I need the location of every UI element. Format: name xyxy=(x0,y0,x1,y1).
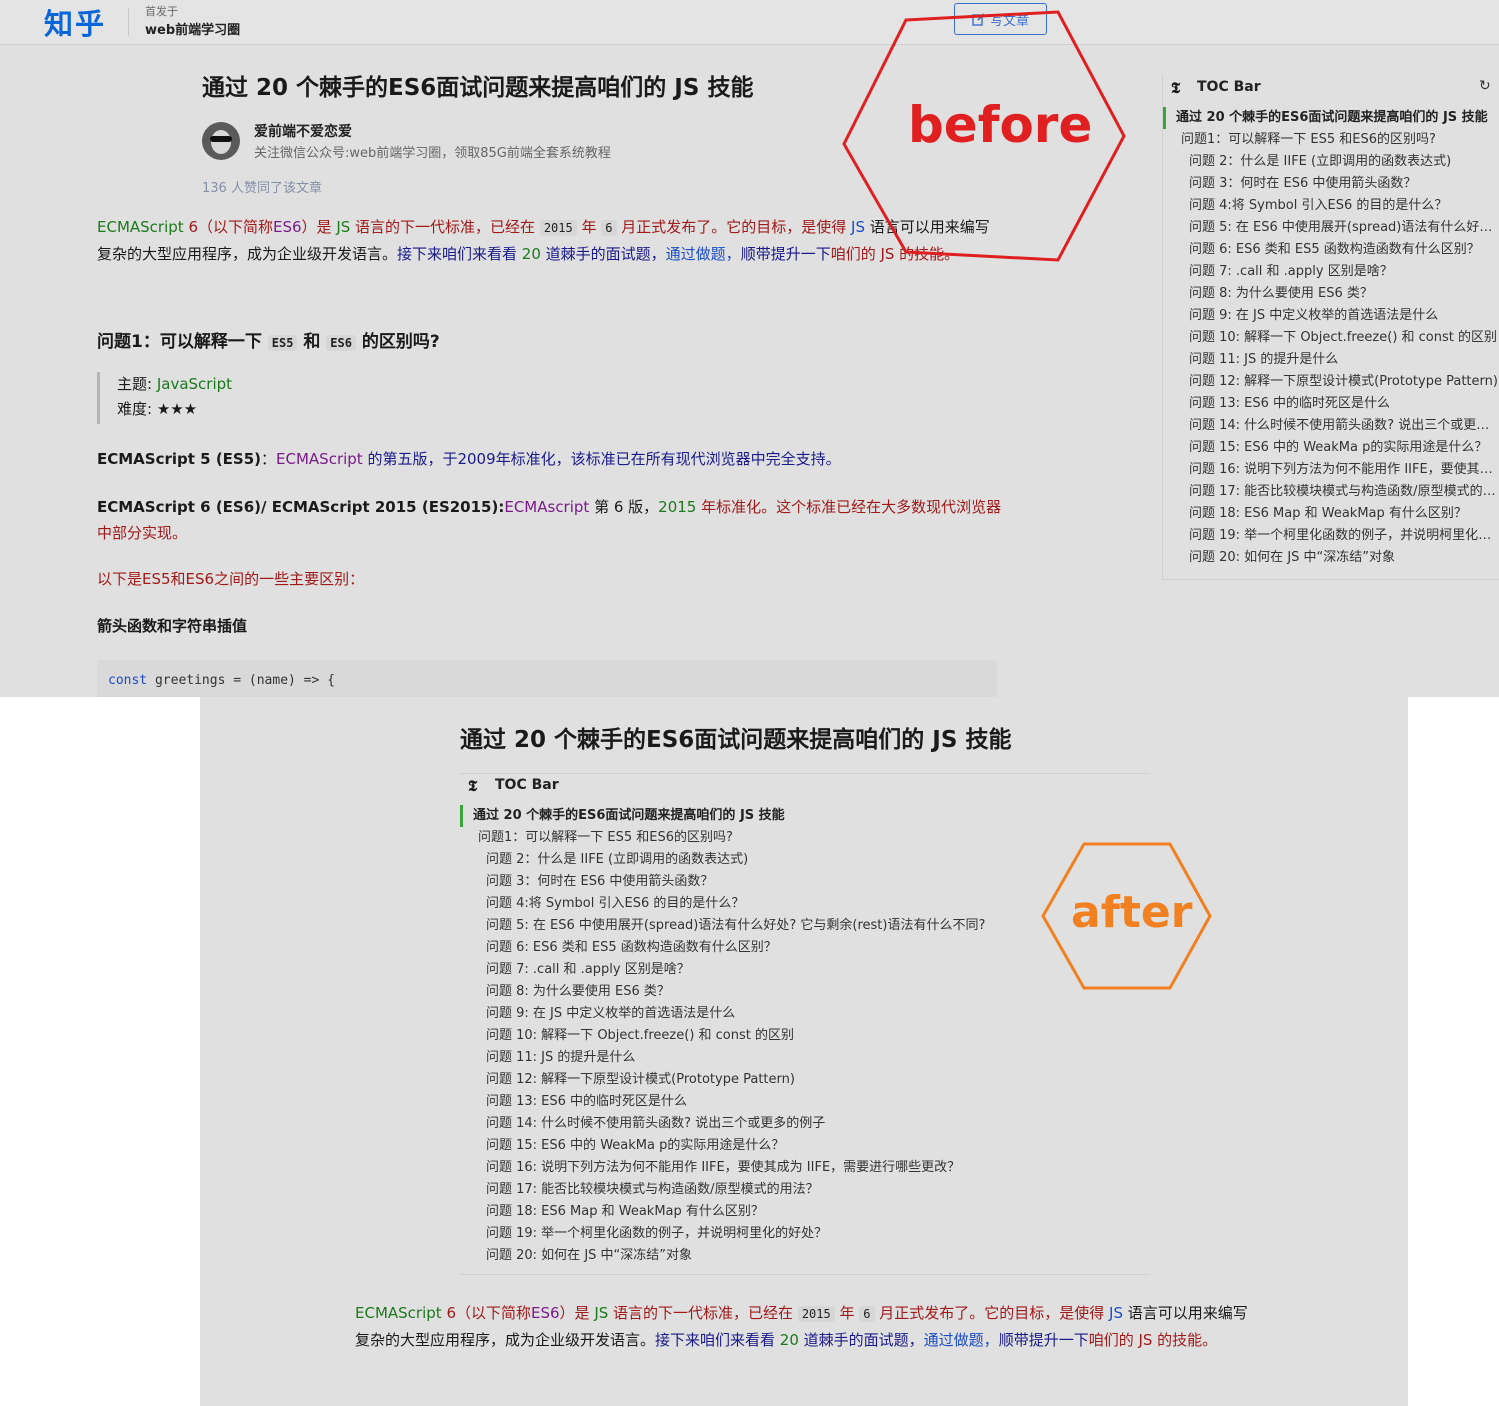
code-block: const greetings = (name) => { xyxy=(97,660,997,697)
author-avatar[interactable] xyxy=(202,122,240,160)
question1-heading: 问题1：可以解释一下 ES5 和 ES6 的区别吗? xyxy=(97,332,440,352)
toc-sidebar: 𝕿 TOC Bar ↻ 通过 20 个棘手的ES6面试问题来提高咱们的 JS 技… xyxy=(1162,75,1499,580)
refresh-icon[interactable]: ↻ xyxy=(1479,78,1491,94)
toc-item[interactable]: 问题 12: 解释一下原型设计模式(Prototype Pattern) xyxy=(1163,371,1499,393)
toc-after-item[interactable]: 通过 20 个棘手的ES6面试问题来提高咱们的 JS 技能 xyxy=(460,805,1150,827)
toc-item[interactable]: 问题 10: 解释一下 Object.freeze() 和 const 的区别 xyxy=(1163,327,1499,349)
toc-after-item[interactable]: 问题 10: 解释一下 Object.freeze() 和 const 的区别 xyxy=(460,1025,1150,1047)
toc-after-item[interactable]: 问题 11: JS 的提升是什么 xyxy=(460,1047,1150,1069)
toc-list: 通过 20 个棘手的ES6面试问题来提高咱们的 JS 技能 问题1：可以解释一下 … xyxy=(1163,107,1499,569)
toc-after-item[interactable]: 问题 13: ES6 中的临时死区是什么 xyxy=(460,1091,1150,1113)
toc-after-item[interactable]: 问题 19: 举一个柯里化函数的例子，并说明柯里化的好处？ xyxy=(460,1223,1150,1245)
before-screenshot: 知乎 首发于 web前端学习圈 写文章 通过 20 个棘手的ES6面试问题来提高… xyxy=(0,0,1499,697)
logo-divider xyxy=(128,8,129,36)
es6-description: ECMAScript 6 (ES6)/ ECMAScript 2015 (ES2… xyxy=(97,498,1002,542)
toc-item[interactable]: 问题 17: 能否比较模块模式与构造函数/原型模式的用法？ xyxy=(1163,481,1499,503)
differences-intro: 以下是ES5和ES6之间的一些主要区别： xyxy=(97,570,365,588)
toc-after-item[interactable]: 问题 20: 如何在 JS 中“深冻结”对象 xyxy=(460,1245,1150,1267)
es5-description: ECMAScript 5 (ES5)：ECMAScript 的第五版，于2009… xyxy=(97,450,841,468)
article-title: 通过 20 个棘手的ES6面试问题来提高咱们的 JS 技能 xyxy=(202,75,754,101)
toc-item[interactable]: 问题 5: 在 ES6 中使用展开(spread)语法有什么好处? 它与剩余(r… xyxy=(1163,217,1499,239)
toc-after-item[interactable]: 问题 17: 能否比较模块模式与构造函数/原型模式的用法？ xyxy=(460,1179,1150,1201)
toc-item[interactable]: 问题 8: 为什么要使用 ES6 类？ xyxy=(1163,283,1499,305)
toc-item[interactable]: 问题 9: 在 JS 中定义枚举的首选语法是什么 xyxy=(1163,305,1499,327)
toc-item[interactable]: 问题 18: ES6 Map 和 WeakMap 有什么区别？ xyxy=(1163,503,1499,525)
intro-paragraph-after: ECMAScript 6（以下简称ES6）是 JS 语言的下一代标准，已经在 2… xyxy=(355,1304,1248,1349)
toc-item[interactable]: 问题1：可以解释一下 ES5 和ES6的区别吗? xyxy=(1163,129,1499,151)
author-name[interactable]: 爱前端不爱恋爱 xyxy=(254,121,352,141)
toc-after-item[interactable]: 问题 14: 什么时候不使用箭头函数? 说出三个或更多的例子 xyxy=(460,1113,1150,1135)
toc-item[interactable]: 问题 13: ES6 中的临时死区是什么 xyxy=(1163,393,1499,415)
toc-title: TOC Bar xyxy=(1197,79,1261,95)
toc-pin-icon-after[interactable]: 𝕿 xyxy=(468,777,477,795)
toc-item[interactable]: 问题 15: ES6 中的 WeakMa p的实际用途是什么？ xyxy=(1163,437,1499,459)
column-name-link[interactable]: web前端学习圈 xyxy=(145,19,240,38)
toc-item[interactable]: 问题 3：何时在 ES6 中使用箭头函数？ xyxy=(1163,173,1499,195)
before-label: before xyxy=(908,96,1093,154)
toc-item[interactable]: 问题 20: 如何在 JS 中“深冻结”对象 xyxy=(1163,547,1499,569)
arrow-functions-heading: 箭头函数和字符串插值 xyxy=(97,617,248,635)
published-in-label: 首发于 xyxy=(145,5,178,18)
toc-after-item[interactable]: 问题 16: 说明下列方法为何不能用作 IIFE，要使其成为 IIFE，需要进行… xyxy=(460,1157,1150,1179)
toc-after-item[interactable]: 问题 9: 在 JS 中定义枚举的首选语法是什么 xyxy=(460,1003,1150,1025)
toc-item[interactable]: 问题 11: JS 的提升是什么 xyxy=(1163,349,1499,371)
article-title-after: 通过 20 个棘手的ES6面试问题来提高咱们的 JS 技能 xyxy=(460,727,1012,753)
toc-item[interactable]: 问题 6: ES6 类和 ES5 函数构造函数有什么区别？ xyxy=(1163,239,1499,261)
toc-item[interactable]: 通过 20 个棘手的ES6面试问题来提高咱们的 JS 技能 xyxy=(1163,107,1499,129)
toc-item[interactable]: 问题 7: .call 和 .apply 区别是啥？ xyxy=(1163,261,1499,283)
toc-item[interactable]: 问题 16: 说明下列方法为何不能用作 IIFE，要使其成为 IIFE，需要进行… xyxy=(1163,459,1499,481)
top-navbar: 知乎 首发于 web前端学习圈 写文章 xyxy=(0,0,1499,45)
toc-after-item[interactable]: 问题 18: ES6 Map 和 WeakMap 有什么区别？ xyxy=(460,1201,1150,1223)
zhihu-logo[interactable]: 知乎 xyxy=(44,1,106,43)
toc-item[interactable]: 问题 14: 什么时候不使用箭头函数? 说出三个或更多的例子 xyxy=(1163,415,1499,437)
toc-after-item[interactable]: 问题 15: ES6 中的 WeakMa p的实际用途是什么？ xyxy=(460,1135,1150,1157)
likes-count: 136 人赞同了该文章 xyxy=(202,181,322,196)
after-label: after xyxy=(1071,887,1193,938)
toc-after-item[interactable]: 问题 12: 解释一下原型设计模式(Prototype Pattern) xyxy=(460,1069,1150,1091)
meta-blockquote: 主题: JavaScript 难度: ★★★ xyxy=(97,372,397,424)
toc-item[interactable]: 问题 19: 举一个柯里化函数的例子，并说明柯里化的好处？ xyxy=(1163,525,1499,547)
author-bio: 关注微信公众号:web前端学习圈，领取85G前端全套系统教程 xyxy=(254,146,611,161)
toc-pin-icon[interactable]: 𝕿 xyxy=(1171,79,1180,97)
toc-item[interactable]: 问题 4:将 Symbol 引入ES6 的目的是什么？ xyxy=(1163,195,1499,217)
toc-title-after: TOC Bar xyxy=(495,777,559,793)
after-screenshot: 通过 20 个棘手的ES6面试问题来提高咱们的 JS 技能 𝕿 TOC Bar … xyxy=(200,697,1408,1406)
toc-item[interactable]: 问题 2：什么是 IIFE (立即调用的函数表达式) xyxy=(1163,151,1499,173)
